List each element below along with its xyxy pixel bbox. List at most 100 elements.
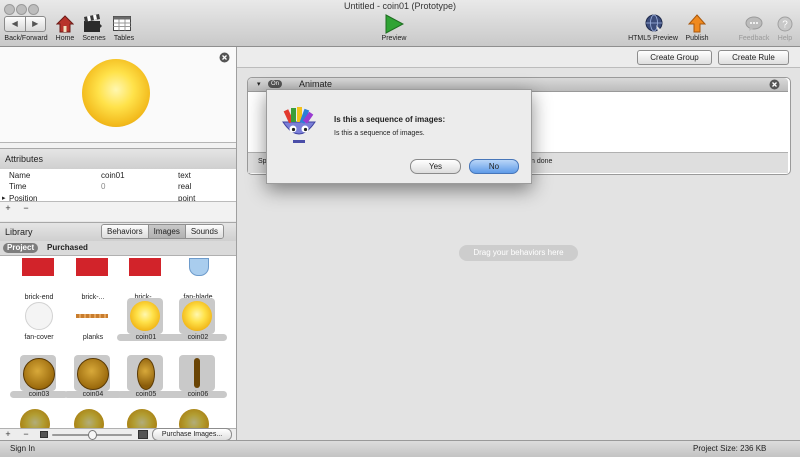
image-thumbnail[interactable]: [74, 258, 110, 294]
coin-image: [130, 301, 160, 331]
dialog-title: Is this a sequence of images:: [334, 115, 446, 124]
back-forward-control[interactable]: ◀ ▶: [4, 16, 46, 32]
library-image-item[interactable]: coin02: [169, 296, 227, 346]
library-image-item[interactable]: coin04: [64, 353, 122, 403]
preview-play-icon[interactable]: [384, 14, 404, 34]
preview-label: Preview: [381, 35, 407, 42]
subtab-project[interactable]: Project: [3, 243, 39, 253]
remove-image-button[interactable]: −: [19, 429, 33, 440]
feedback-label: Feedback: [738, 35, 770, 42]
svg-text:?: ?: [782, 20, 788, 31]
tab-behaviors[interactable]: Behaviors: [102, 225, 149, 238]
actor-preview-pane: [0, 47, 236, 143]
fan-cover-image: [25, 302, 53, 330]
forward-arrow-icon[interactable]: ▶: [26, 17, 46, 31]
library-image-item[interactable]: coin01: [117, 296, 175, 346]
back-forward-label: Back/Forward: [4, 35, 48, 42]
status-bar: Sign In Project Size: 236 KB: [0, 440, 800, 457]
no-button[interactable]: No: [469, 159, 519, 174]
remove-behavior-icon[interactable]: [769, 79, 780, 90]
library-image-item[interactable]: fan-cover: [16, 296, 62, 346]
image-thumbnail[interactable]: [179, 355, 215, 391]
window-title: Untitled - coin01 (Prototype): [343, 1, 457, 11]
coin-image: [182, 301, 212, 331]
create-group-button[interactable]: Create Group: [637, 50, 712, 65]
help-question-icon[interactable]: ?: [777, 16, 793, 32]
image-thumbnail[interactable]: [20, 258, 56, 294]
image-thumbnail[interactable]: [127, 258, 163, 294]
attribute-name: Time: [9, 182, 27, 191]
scenes-label: Scenes: [82, 35, 106, 42]
yes-button[interactable]: Yes: [410, 159, 461, 174]
image-thumbnail[interactable]: [20, 298, 56, 334]
attributes-table: Name coin01 text Time 0 real ▸ Position …: [0, 169, 236, 202]
feedback-speech-bubble-icon[interactable]: [745, 16, 763, 32]
image-thumbnail[interactable]: [127, 298, 163, 334]
brick-image: [129, 258, 161, 276]
image-label: coin02: [169, 334, 227, 341]
home-icon[interactable]: [56, 15, 74, 33]
subtab-purchased[interactable]: Purchased: [43, 243, 92, 253]
run-to-completion-label: n done: [531, 158, 553, 165]
coin-image[interactable]: [74, 409, 104, 428]
library-image-item[interactable]: coin06: [169, 353, 227, 403]
library-image-item[interactable]: coin03: [10, 353, 68, 403]
image-label: coin03: [10, 391, 68, 398]
image-label: planks: [82, 334, 104, 341]
dialog-message: Is this a sequence of images.: [334, 130, 425, 137]
attribute-value[interactable]: 0: [101, 182, 105, 191]
attributes-header: Attributes: [0, 148, 236, 170]
project-size-label: Project Size: 236 KB: [693, 444, 767, 453]
planks-image: [76, 314, 108, 318]
brick-image: [22, 258, 54, 276]
tab-sounds[interactable]: Sounds: [185, 225, 223, 238]
attribute-value[interactable]: coin01: [101, 171, 125, 180]
image-thumbnail[interactable]: [127, 355, 163, 391]
large-image-size-icon: [138, 430, 148, 439]
splitter[interactable]: [0, 215, 236, 221]
scenes-clapper-icon[interactable]: [83, 14, 103, 33]
add-image-button[interactable]: +: [1, 429, 15, 440]
attribute-row-name[interactable]: Name coin01 text: [0, 171, 236, 182]
coin-image: [137, 358, 155, 390]
coin-image: [77, 358, 109, 390]
rules-toolbar: Create Group Create Rule: [237, 47, 800, 68]
library-title: Library: [5, 227, 33, 237]
image-thumbnail[interactable]: [74, 355, 110, 391]
library-image-item[interactable]: planks: [70, 296, 116, 346]
coin-image: [194, 358, 200, 388]
behavior-on-toggle[interactable]: On: [268, 80, 283, 88]
back-arrow-icon[interactable]: ◀: [5, 17, 26, 31]
publish-upload-icon[interactable]: [688, 14, 706, 33]
image-thumbnail[interactable]: [179, 298, 215, 334]
add-attribute-button[interactable]: +: [1, 202, 15, 214]
image-library-grid: brick-endbrick-...brick-...fan-bladefan-…: [0, 256, 236, 428]
attribute-name: Name: [9, 171, 31, 180]
attribute-row-time[interactable]: Time 0 real: [0, 182, 236, 193]
library-image-item[interactable]: coin05: [117, 353, 175, 403]
sign-in-link[interactable]: Sign In: [10, 444, 35, 453]
image-label: fan-cover: [24, 334, 54, 341]
thumbnail-size-slider-knob[interactable]: [88, 430, 97, 440]
coin-image[interactable]: [20, 409, 50, 428]
create-rule-button[interactable]: Create Rule: [718, 50, 789, 65]
remove-attribute-button[interactable]: −: [19, 202, 33, 214]
coin-image[interactable]: [179, 409, 209, 428]
library-tabs: Behaviors Images Sounds: [101, 224, 224, 239]
image-thumbnail[interactable]: [20, 355, 56, 391]
small-image-size-icon: [40, 431, 48, 438]
attribute-type: text: [178, 171, 191, 180]
image-thumbnail[interactable]: [74, 298, 110, 334]
tables-grid-icon[interactable]: [113, 16, 133, 32]
html5-preview-label: HTML5 Preview: [628, 35, 678, 42]
brick-image: [76, 258, 108, 276]
coin-image[interactable]: [127, 409, 157, 428]
close-preview-icon[interactable]: [219, 52, 230, 63]
image-thumbnail[interactable]: [179, 258, 215, 294]
image-label: coin01: [117, 334, 175, 341]
behavior-title: Animate: [299, 79, 333, 89]
collapse-triangle-icon[interactable]: ▾: [257, 80, 261, 88]
tab-images[interactable]: Images: [148, 225, 186, 238]
html5-preview-globe-icon[interactable]: [645, 14, 663, 33]
coin01-preview-image: [82, 59, 150, 127]
